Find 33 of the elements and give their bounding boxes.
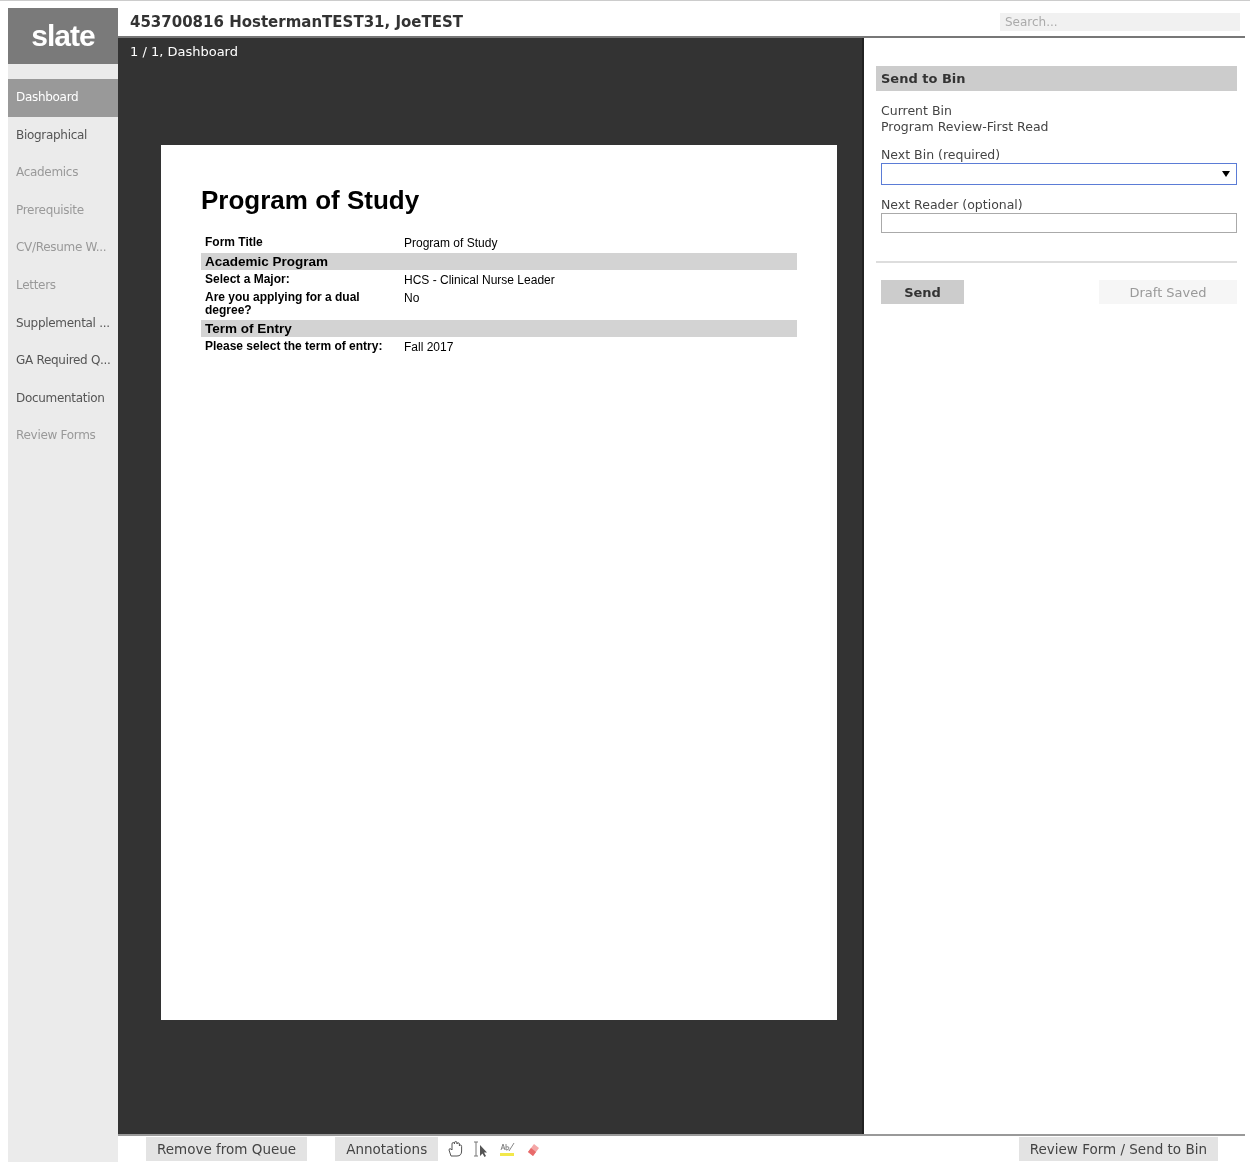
current-bin-label: Current Bin [880,103,953,119]
caret-icon [1222,171,1230,177]
hand-icon[interactable] [446,1140,465,1158]
field-value: No [404,291,421,307]
toolbar-button[interactable]: Remove from Queue [146,1137,308,1161]
toolbar-button[interactable]: Annotations [335,1137,439,1161]
sidebar-item[interactable]: Biographical [8,116,118,155]
page-indicator: 1 / 1, Dashboard [129,43,239,61]
send-button[interactable]: Send [881,280,964,304]
field-label: Select a Major: [205,273,291,287]
next-bin-dropdown[interactable] [881,163,1237,185]
applicant-title: 453700816 HostermanTEST31, JoeTEST [130,13,463,31]
field-label: Please select the term of entry: [205,340,384,354]
document-title: Program of Study [201,185,421,216]
field-value: HCS - Clinical Nurse Leader [404,273,556,287]
sidebar-item[interactable]: Supplemental ... [8,304,118,343]
search-field[interactable]: Search... [1000,13,1240,31]
field-label: Next Reader (optional) [880,197,1024,213]
field-label: Are you applying for a dual degree? [205,291,361,317]
field-label: Next Bin (required) [880,147,1002,163]
review-form-button[interactable]: Review Form / Send to Bin [1018,1137,1218,1161]
logo: slate [8,8,118,64]
field-value: Program of Study [404,236,499,250]
next-reader-field[interactable] [881,213,1237,233]
sidebar-item[interactable]: GA Required Q... [8,342,118,380]
field-label: Form Title [205,236,264,250]
panel-title: Send to Bin [876,66,1237,91]
section-header: Academic Program [201,253,797,270]
sidebar-item[interactable]: Documentation [8,379,118,418]
field-value: Fall 2017 [404,340,455,354]
section-header: Term of Entry [201,320,797,337]
current-bin: Program Review-First Read [880,119,1050,135]
highlighter-icon[interactable] [498,1140,517,1158]
